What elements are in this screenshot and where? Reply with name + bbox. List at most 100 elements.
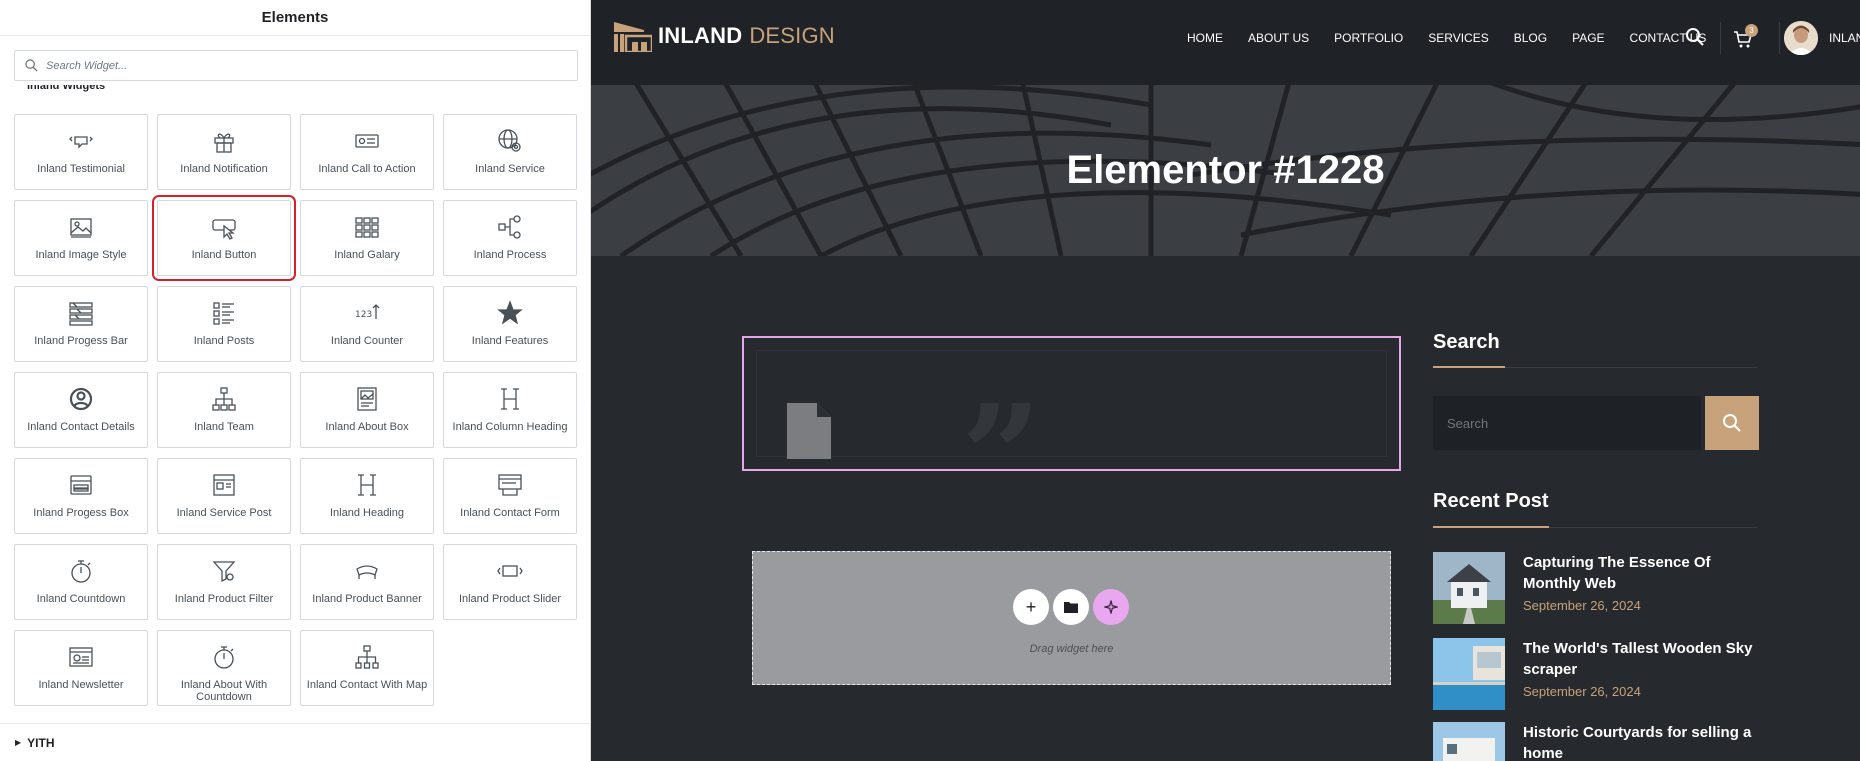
site-logo[interactable]: INLAND DESIGN bbox=[614, 20, 835, 52]
heading-icon bbox=[353, 471, 381, 499]
widget-inland-column-heading[interactable]: Inland Column Heading bbox=[443, 372, 577, 448]
filter-icon bbox=[210, 557, 238, 585]
widget-inland-heading[interactable]: Inland Heading bbox=[300, 458, 434, 534]
recent-post-heading: Recent Post bbox=[1433, 490, 1549, 512]
widget-inland-counter[interactable]: 123 Inland Counter bbox=[300, 286, 434, 362]
widget-inland-product-filter[interactable]: Inland Product Filter bbox=[157, 544, 291, 620]
widget-label: Inland Product Filter bbox=[174, 593, 274, 605]
gallery-grid-icon bbox=[353, 213, 381, 241]
widget-inland-galary[interactable]: Inland Galary bbox=[300, 200, 434, 276]
stopwatch-icon bbox=[67, 557, 95, 585]
folder-icon bbox=[1064, 602, 1078, 613]
widget-inland-contact-details[interactable]: Inland Contact Details bbox=[14, 372, 148, 448]
nav-divider bbox=[1720, 22, 1721, 54]
widget-inland-progess-box[interactable]: Inland Progess Box bbox=[14, 458, 148, 534]
elements-panel: Elements Inland Widgets Inland Testimoni… bbox=[0, 0, 591, 761]
button-cursor-icon bbox=[210, 213, 238, 241]
pool-photo bbox=[1433, 638, 1505, 710]
widget-inland-features[interactable]: Inland Features bbox=[443, 286, 577, 362]
template-library-button[interactable] bbox=[1053, 589, 1089, 625]
site-header: INLAND DESIGN HOME ABOUT US PORTFOLIO SE… bbox=[591, 0, 1860, 85]
drop-zone[interactable]: + Drag widget here bbox=[752, 551, 1391, 685]
widget-inland-service-post[interactable]: Inland Service Post bbox=[157, 458, 291, 534]
post-thumbnail[interactable] bbox=[1433, 638, 1505, 710]
widget-label: Inland Countdown bbox=[36, 593, 126, 605]
org-chart-icon bbox=[210, 385, 238, 413]
network-map-icon bbox=[353, 643, 381, 671]
widget-inland-team[interactable]: Inland Team bbox=[157, 372, 291, 448]
widget-label: Inland Service Post bbox=[176, 507, 272, 519]
widget-inland-service[interactable]: Inland Service bbox=[443, 114, 577, 190]
widget-inland-posts[interactable]: Inland Posts bbox=[157, 286, 291, 362]
category-label[interactable]: Inland Widgets bbox=[27, 85, 105, 93]
progress-bar-icon bbox=[67, 299, 95, 327]
recent-post-item[interactable]: Capturing The Essence Of Monthly Web Sep… bbox=[1433, 552, 1763, 624]
widget-label: Inland Image Style bbox=[35, 249, 127, 261]
widget-label: Inland Posts bbox=[193, 335, 255, 347]
main-nav: HOME ABOUT US PORTFOLIO SERVICES BLOG PA… bbox=[1187, 31, 1731, 45]
testimonial-widget-editing[interactable]: ” bbox=[742, 336, 1401, 527]
widget-grid: Inland Testimonial Inland Notification Inl… bbox=[14, 114, 578, 706]
panel-title: Elements bbox=[261, 9, 329, 26]
widget-inland-testimonial[interactable]: Inland Testimonial bbox=[14, 114, 148, 190]
post-title[interactable]: Historic Courtyards for selling a home bbox=[1523, 722, 1763, 761]
widget-label: Inland Contact With Map bbox=[306, 679, 428, 691]
widget-inland-product-slider[interactable]: Inland Product Slider bbox=[443, 544, 577, 620]
recent-post-item[interactable]: Historic Courtyards for selling a home bbox=[1433, 722, 1763, 761]
recent-post-item[interactable]: The World's Tallest Wooden Sky scraper S… bbox=[1433, 638, 1763, 710]
widget-search-box[interactable] bbox=[14, 50, 578, 81]
call-to-action-icon bbox=[353, 127, 381, 155]
post-title[interactable]: The World's Tallest Wooden Sky scraper bbox=[1523, 638, 1763, 680]
image-icon bbox=[67, 213, 95, 241]
drop-zone-hint: Drag widget here bbox=[1029, 643, 1114, 655]
widget-inland-contact-with-map[interactable]: Inland Contact With Map bbox=[300, 630, 434, 706]
widget-label: Inland Service bbox=[475, 163, 545, 175]
post-thumbnail[interactable] bbox=[1433, 552, 1505, 624]
avatar-portrait-icon bbox=[1784, 21, 1818, 55]
site-search-button[interactable] bbox=[1705, 396, 1759, 450]
ai-button[interactable] bbox=[1093, 589, 1129, 625]
add-section-button[interactable]: + bbox=[1013, 589, 1049, 625]
svg-text:123: 123 bbox=[355, 310, 372, 320]
widget-inland-about-with-countdown[interactable]: Inland About With Countdown bbox=[157, 630, 291, 706]
testimonial-icon bbox=[67, 127, 95, 155]
nav-page[interactable]: PAGE bbox=[1572, 31, 1604, 45]
yith-category[interactable]: ▶ YITH bbox=[0, 723, 591, 761]
nav-blog[interactable]: BLOG bbox=[1514, 31, 1547, 45]
post-thumbnail[interactable] bbox=[1433, 722, 1505, 761]
process-flow-icon bbox=[496, 213, 524, 241]
nav-divider bbox=[1779, 22, 1780, 54]
widget-inland-about-box[interactable]: Inland About Box bbox=[300, 372, 434, 448]
widget-label: Inland Progess Box bbox=[33, 507, 129, 519]
nav-about-us[interactable]: ABOUT US bbox=[1248, 31, 1309, 45]
courtyard-photo bbox=[1433, 722, 1505, 761]
widget-inland-process[interactable]: Inland Process bbox=[443, 200, 577, 276]
logo-building-icon bbox=[614, 22, 652, 52]
nav-home[interactable]: HOME bbox=[1187, 31, 1223, 45]
nav-services[interactable]: SERVICES bbox=[1428, 31, 1488, 45]
widget-inland-contact-form[interactable]: Inland Contact Form bbox=[443, 458, 577, 534]
site-search-input[interactable] bbox=[1433, 396, 1701, 450]
avatar[interactable] bbox=[1784, 21, 1818, 55]
post-title[interactable]: Capturing The Essence Of Monthly Web bbox=[1523, 552, 1763, 594]
user-name[interactable]: INLAND bbox=[1829, 31, 1860, 45]
nav-portfolio[interactable]: PORTFOLIO bbox=[1334, 31, 1403, 45]
widget-inland-notification[interactable]: Inland Notification bbox=[157, 114, 291, 190]
widget-inland-image-style[interactable]: Inland Image Style bbox=[14, 200, 148, 276]
heading-accent bbox=[1433, 366, 1505, 368]
posts-list-icon bbox=[210, 299, 238, 327]
widget-inland-progess-bar[interactable]: Inland Progess Bar bbox=[14, 286, 148, 362]
widget-inland-countdown[interactable]: Inland Countdown bbox=[14, 544, 148, 620]
widget-search-input[interactable] bbox=[46, 59, 546, 72]
widget-inland-newsletter[interactable]: Inland Newsletter bbox=[14, 630, 148, 706]
logo-word-design: DESIGN bbox=[749, 23, 835, 48]
widget-inland-call-to-action[interactable]: Inland Call to Action bbox=[300, 114, 434, 190]
house-photo bbox=[1433, 552, 1505, 624]
heading-accent bbox=[1433, 526, 1549, 528]
stopwatch-icon bbox=[210, 643, 238, 671]
widget-label: Inland Process bbox=[473, 249, 547, 261]
widget-label: Inland Progess Bar bbox=[34, 335, 128, 347]
widget-inland-button[interactable]: Inland Button bbox=[152, 195, 296, 281]
widget-inland-product-banner[interactable]: Inland Product Banner bbox=[300, 544, 434, 620]
search-icon[interactable] bbox=[1685, 27, 1705, 47]
